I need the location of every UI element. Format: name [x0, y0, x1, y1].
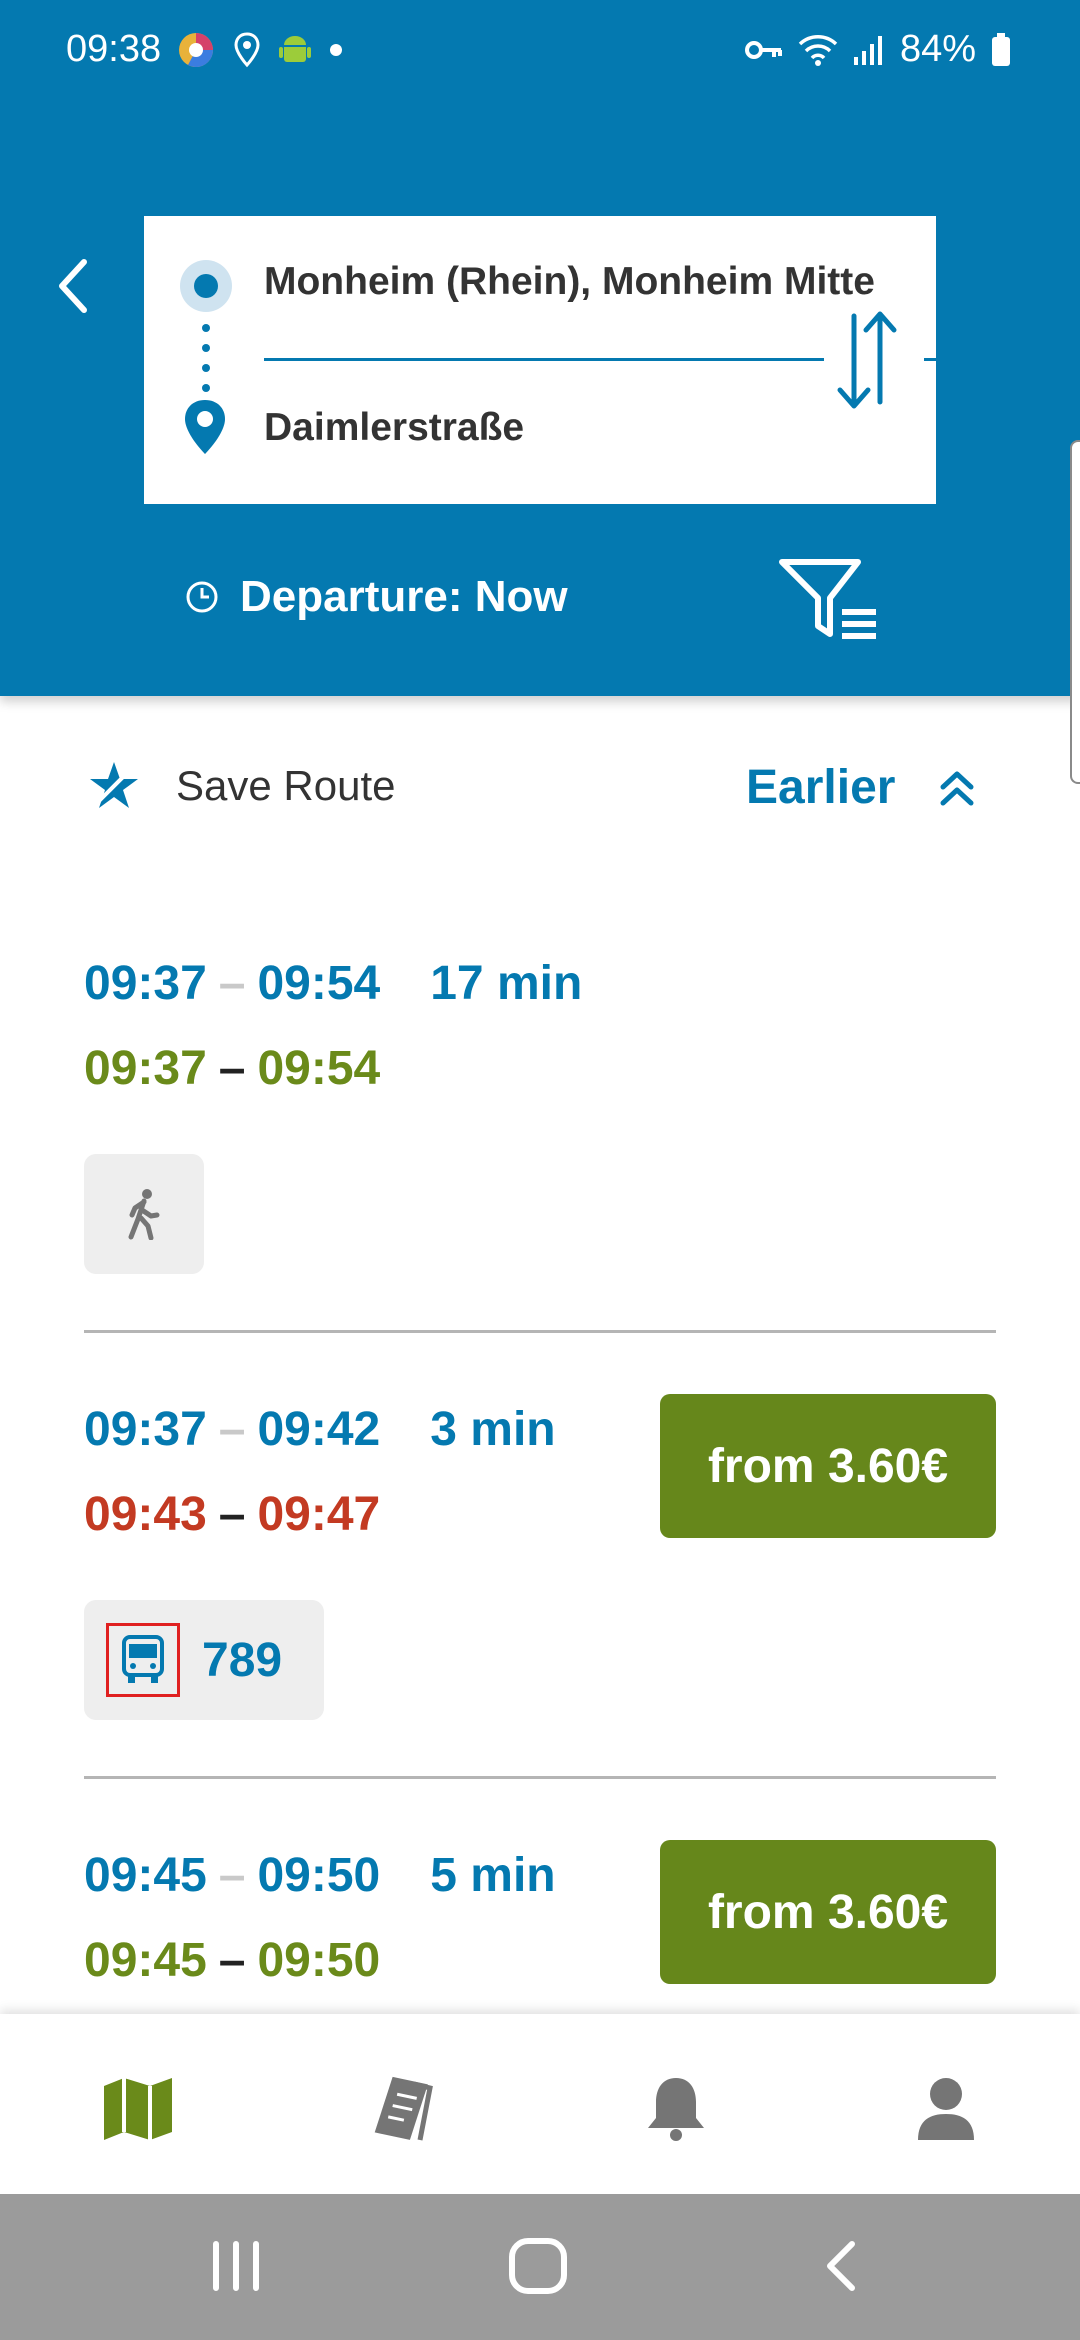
signal-icon: [853, 35, 882, 65]
planned-end: 09:42: [257, 1403, 381, 1456]
mode-chip: 789: [84, 1600, 325, 1720]
earlier-button[interactable]: Earlier: [746, 760, 977, 815]
realtime-start: 09:45: [84, 1934, 207, 1987]
bus-icon-frame: [106, 1623, 180, 1697]
map-icon[interactable]: [98, 2074, 178, 2144]
bell-icon[interactable]: [636, 2074, 716, 2144]
back-button[interactable]: [50, 254, 100, 318]
swap-route-button[interactable]: [824, 302, 924, 418]
duration: 17 min: [430, 957, 583, 1010]
system-navigation-bar: [0, 2194, 1080, 2340]
planned-start: 09:37: [84, 957, 207, 1010]
double-chevron-up-icon: [940, 771, 974, 805]
battery-percent: 84%: [899, 28, 976, 70]
time-separator: –: [218, 1042, 246, 1095]
header: 09:38 84% Monheim (Rhein), Monheim Mitte…: [0, 0, 1080, 696]
scroll-indicator[interactable]: [1070, 440, 1080, 784]
planned-times: 09:45–09:50 5 min: [84, 1848, 556, 1908]
time-separator: –: [218, 957, 246, 1010]
origin-field[interactable]: Monheim (Rhein), Monheim Mitte: [264, 260, 936, 304]
realtime-start: 09:43: [84, 1488, 207, 1541]
planned-times: 09:37–09:42 3 min: [84, 1402, 556, 1462]
planned-end: 09:50: [257, 1849, 381, 1902]
realtime-end: 09:54: [257, 1042, 381, 1095]
departure-time-selector[interactable]: Departure: Now: [184, 572, 568, 622]
android-icon: [279, 36, 311, 62]
price-button[interactable]: from 3.60€: [660, 1394, 996, 1538]
status-bar: 09:38 84%: [0, 0, 1080, 104]
origin-marker-icon: [180, 260, 232, 312]
realtime-end: 09:50: [257, 1934, 381, 1987]
time-separator: –: [218, 1488, 246, 1541]
tickets-icon[interactable]: [364, 2074, 444, 2144]
route-input-card: Monheim (Rhein), Monheim Mitte Daimlerst…: [144, 216, 936, 504]
connection-item[interactable]: 09:45–09:50 5 min 09:45–09:50 from 3.60€: [84, 1840, 996, 2008]
duration: 3 min: [430, 1403, 556, 1456]
save-route-button[interactable]: Save Route: [86, 758, 395, 814]
time-separator: –: [218, 1403, 246, 1456]
bus-icon: [122, 1635, 164, 1683]
recent-apps-button[interactable]: [206, 2236, 266, 2296]
profile-icon[interactable]: [906, 2074, 986, 2144]
more-notifications-dot: [330, 44, 342, 56]
planned-start: 09:45: [84, 1849, 207, 1902]
realtime-times: 09:37–09:54: [84, 1041, 380, 1101]
realtime-start: 09:37: [84, 1042, 207, 1095]
destination-field[interactable]: Daimlerstraße: [264, 406, 524, 450]
line-number: 789: [202, 1633, 283, 1687]
wifi-icon: [798, 34, 838, 66]
connection-item[interactable]: 09:37–09:42 3 min 09:43–09:47 from 3.60€ …: [84, 1394, 996, 1732]
realtime-times: 09:45–09:50: [84, 1933, 380, 1993]
star-icon: [90, 762, 138, 808]
status-notification-icons: [176, 30, 342, 70]
realtime-end: 09:47: [257, 1488, 381, 1541]
duration: 5 min: [430, 1849, 556, 1902]
departure-label: Departure: Now: [240, 572, 568, 621]
price-button[interactable]: from 3.60€: [660, 1840, 996, 1984]
clock-icon: [186, 581, 218, 613]
connection-divider: [84, 1330, 996, 1333]
earlier-label: Earlier: [746, 761, 896, 814]
mode-chip: [84, 1154, 204, 1274]
location-icon: [234, 32, 260, 68]
time-separator: –: [218, 1934, 246, 1987]
connection-item[interactable]: 09:37–09:54 17 min 09:37–09:54: [84, 956, 996, 1286]
filter-icon[interactable]: [778, 556, 882, 640]
battery-icon: [992, 32, 1010, 66]
planned-end: 09:54: [257, 957, 381, 1010]
destination-pin-icon: [185, 400, 225, 454]
planned-start: 09:37: [84, 1403, 207, 1456]
status-right: 84%: [744, 28, 1012, 71]
connection-divider: [84, 1776, 996, 1779]
vpn-key-icon: [744, 40, 782, 59]
realtime-times: 09:43–09:47: [84, 1487, 380, 1547]
chrome-like-app-icon: [179, 33, 213, 67]
save-route-label: Save Route: [176, 762, 396, 809]
home-button[interactable]: [506, 2236, 570, 2296]
walk-icon: [128, 1189, 160, 1240]
time-separator: –: [218, 1849, 246, 1902]
bottom-navigation: [0, 2014, 1080, 2194]
status-time: 09:38: [66, 28, 162, 70]
planned-times: 09:37–09:54 17 min: [84, 956, 582, 1016]
system-back-button[interactable]: [816, 2236, 866, 2296]
